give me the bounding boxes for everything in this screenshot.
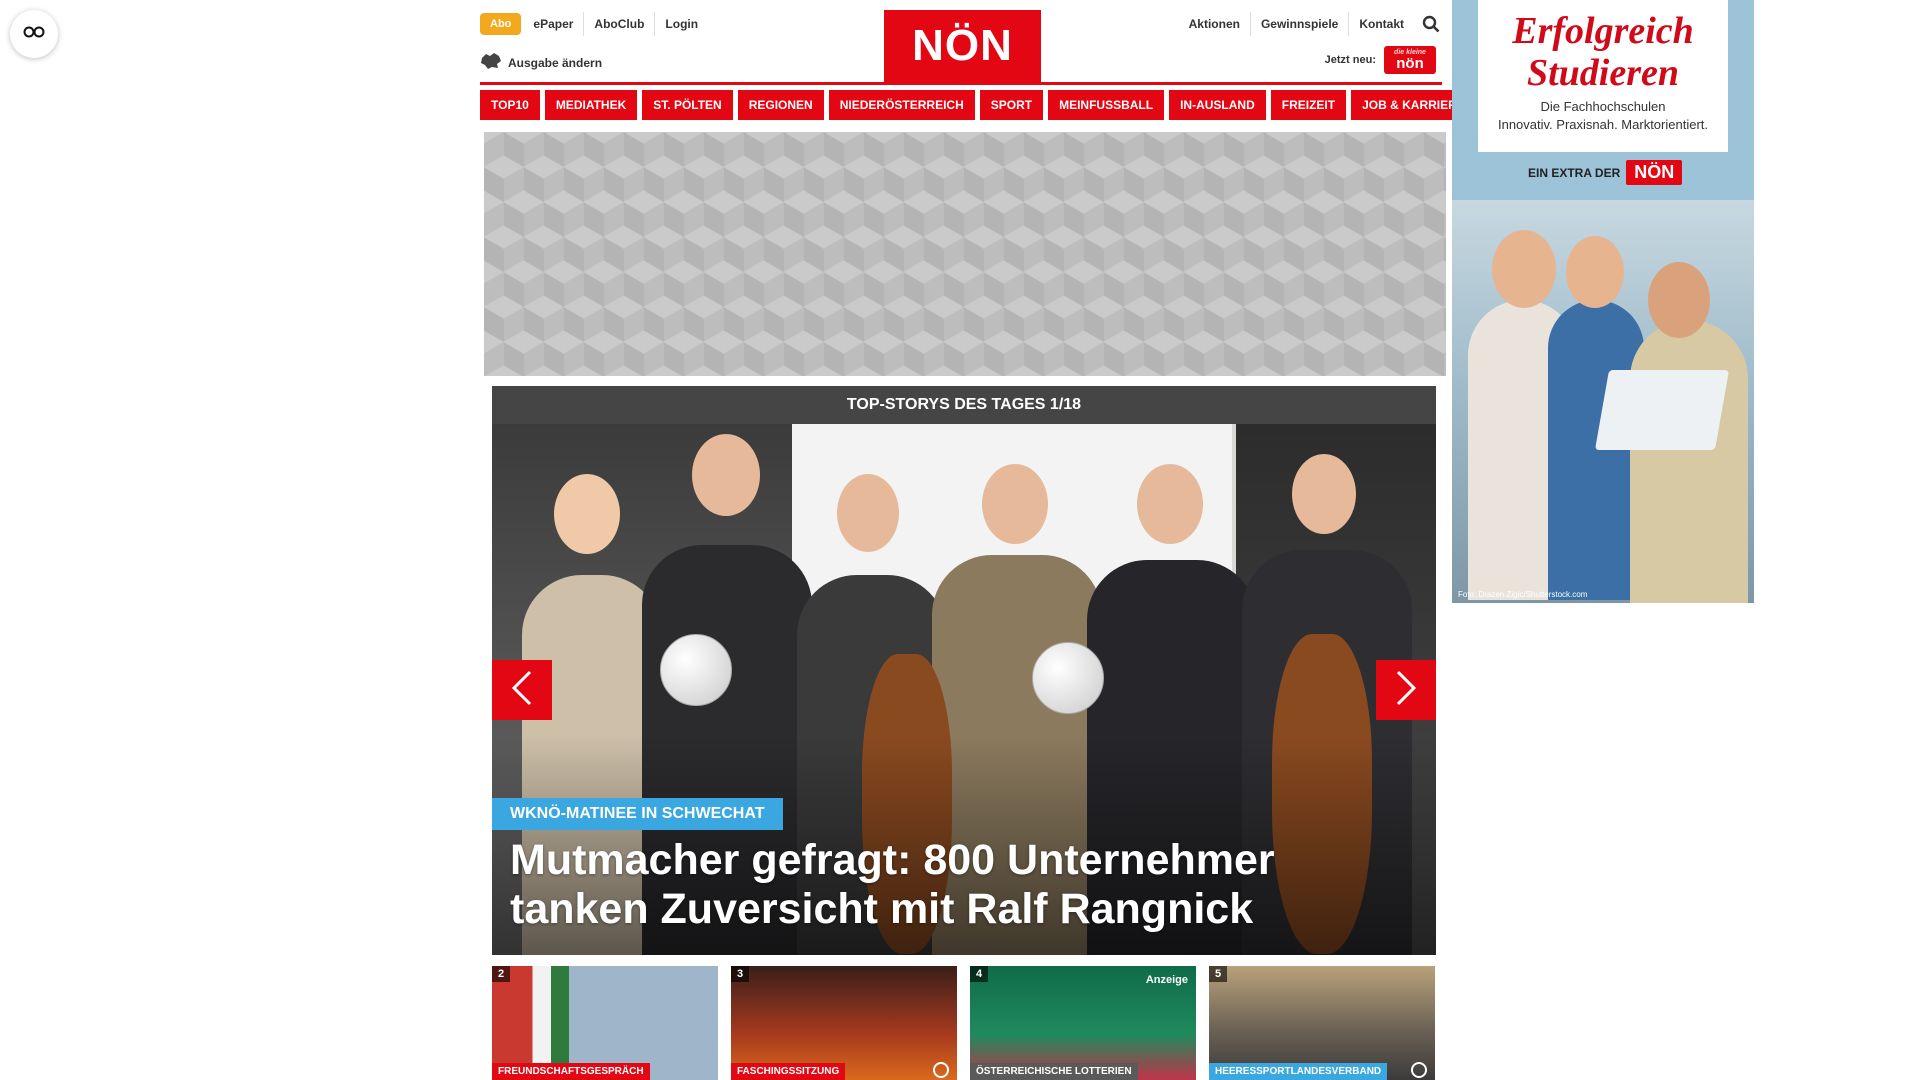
ad-laptop — [1594, 370, 1730, 450]
ad-sub-line2: Innovativ. Praxisnah. Marktorientiert. — [1497, 117, 1708, 132]
search-icon[interactable] — [1422, 15, 1440, 33]
thumb-number: 3 — [731, 966, 750, 982]
ad-label: Anzeige — [1145, 974, 1188, 986]
story-thumb[interactable]: 4 Anzeige ÖSTERREICHISCHE LOTTERIEN — [970, 966, 1196, 1080]
hero-story[interactable]: WKNÖ-MATINEE IN SCHWECHAT Mutmacher gefr… — [492, 424, 1436, 955]
story-thumb[interactable]: 5 HEERESSPORTLANDESVERBAND — [1209, 966, 1435, 1080]
login-link[interactable]: Login — [654, 12, 708, 36]
hero-person-head — [982, 464, 1048, 544]
nav-in-ausland[interactable]: IN-AUSLAND — [1169, 90, 1266, 120]
hero-person-head — [554, 474, 620, 554]
prev-story-button[interactable] — [492, 660, 552, 720]
kleine-noen-badge[interactable]: die kleine nön — [1384, 46, 1436, 74]
epaper-link[interactable]: ePaper — [523, 12, 583, 36]
story-thumb[interactable]: 2 FREUNDSCHAFTSGESPRÄCH — [492, 966, 718, 1080]
hero-person-head — [1137, 464, 1203, 544]
hero-person-head — [837, 474, 899, 552]
top-right-links: Aktionen Gewinnspiele Kontakt — [1179, 12, 1440, 36]
ad-extra-badge: NÖN — [1626, 160, 1683, 185]
top-stories-header: TOP-STORYS DES TAGES 1/18 — [492, 386, 1436, 424]
site-header: Abo ePaper AboClub Login Ausgabe ändern … — [480, 0, 1440, 84]
ad-extra-label: EIN EXTRA DER — [1528, 165, 1621, 180]
edition-label: Ausgabe ändern — [508, 55, 603, 70]
ad-photo-credit: Foto: Drazen Zigic/Shutterstock.com — [1458, 590, 1588, 599]
nav-niederoesterreich[interactable]: NIEDERÖSTERREICH — [828, 90, 975, 120]
ad-person — [1630, 320, 1748, 603]
nav-meinfussball[interactable]: MEINFUSSBALL — [1048, 90, 1165, 120]
thumb-label: HEERESSPORTLANDESVERBAND — [1209, 1063, 1388, 1080]
jetzt-label: Jetzt neu: — [1324, 54, 1376, 66]
ad-sub-line1: Die Fachhochschulen — [1540, 99, 1666, 114]
nav-regionen[interactable]: REGIONEN — [737, 90, 824, 120]
hero-football — [1032, 642, 1104, 714]
jetzt-badge-text: nön — [1396, 55, 1424, 72]
thumb-number: 4 — [970, 966, 989, 982]
side-advertisement[interactable]: Erfolgreich Studieren Die Fachhochschule… — [1452, 0, 1754, 603]
thumb-label: FASCHINGSSITZUNG — [731, 1063, 846, 1080]
ad-title-card: Erfolgreich Studieren Die Fachhochschule… — [1478, 0, 1728, 152]
hero-kicker: WKNÖ-MATINEE IN SCHWECHAT — [492, 798, 783, 830]
aboclub-link[interactable]: AboClub — [583, 12, 654, 36]
gewinnspiele-link[interactable]: Gewinnspiele — [1249, 12, 1348, 36]
thumb-number: 5 — [1209, 966, 1228, 982]
hero-person-head — [1292, 454, 1356, 534]
camera-icon — [1411, 1062, 1427, 1078]
nav-freizeit[interactable]: FREIZEIT — [1270, 90, 1347, 120]
next-story-button[interactable] — [1376, 660, 1436, 720]
nav-st-poelten[interactable]: ST. PÖLTEN — [642, 90, 733, 120]
accessibility-button[interactable] — [10, 10, 58, 58]
story-thumb[interactable]: 3 FASCHINGSSITZUNG — [731, 966, 957, 1080]
ad-person-head — [1492, 230, 1556, 308]
ad-extra: EIN EXTRA DER NÖN — [1528, 160, 1683, 185]
chevron-left-icon — [511, 670, 533, 711]
chevron-right-icon — [1395, 670, 1417, 711]
main-nav: TOP10 MEDIATHEK ST. PÖLTEN REGIONEN NIED… — [480, 90, 1476, 120]
page: Abo ePaper AboClub Login Ausgabe ändern … — [0, 0, 1920, 1080]
hero-football — [660, 634, 732, 706]
glasses-icon — [23, 25, 45, 44]
abo-button[interactable]: Abo — [480, 13, 522, 35]
nav-sport[interactable]: SPORT — [979, 90, 1044, 120]
story-thumbnails: 2 FREUNDSCHAFTSGESPRÄCH 3 FASCHINGSSITZU… — [492, 966, 1436, 1080]
ad-person-head — [1566, 236, 1624, 308]
aktionen-link[interactable]: Aktionen — [1179, 12, 1250, 36]
nav-mediathek[interactable]: MEDIATHEK — [544, 90, 638, 120]
thumb-number: 2 — [492, 966, 511, 982]
ad-placeholder — [484, 132, 1446, 376]
header-divider — [480, 82, 1442, 85]
jetzt-neu: Jetzt neu: die kleine nön — [1325, 46, 1436, 74]
kontakt-link[interactable]: Kontakt — [1348, 12, 1414, 36]
top-left-links: Abo ePaper AboClub Login — [480, 12, 708, 36]
camera-icon — [933, 1062, 949, 1078]
hero-person-head — [692, 434, 760, 516]
ad-title-line2: Studieren — [1526, 52, 1680, 94]
edition-switch[interactable]: Ausgabe ändern — [480, 52, 602, 73]
hero-headline[interactable]: Mutmacher gefragt: 800 Unternehmer tanke… — [510, 836, 1390, 934]
nav-top10[interactable]: TOP10 — [480, 90, 540, 120]
map-icon — [480, 52, 508, 73]
thumb-label: FREUNDSCHAFTSGESPRÄCH — [492, 1063, 650, 1080]
noen-logo[interactable]: NÖN — [884, 10, 1041, 82]
thumb-label: ÖSTERREICHISCHE LOTTERIEN — [970, 1063, 1138, 1080]
ad-title-line1: Erfolgreich — [1512, 10, 1694, 52]
ad-person-head — [1648, 262, 1710, 338]
